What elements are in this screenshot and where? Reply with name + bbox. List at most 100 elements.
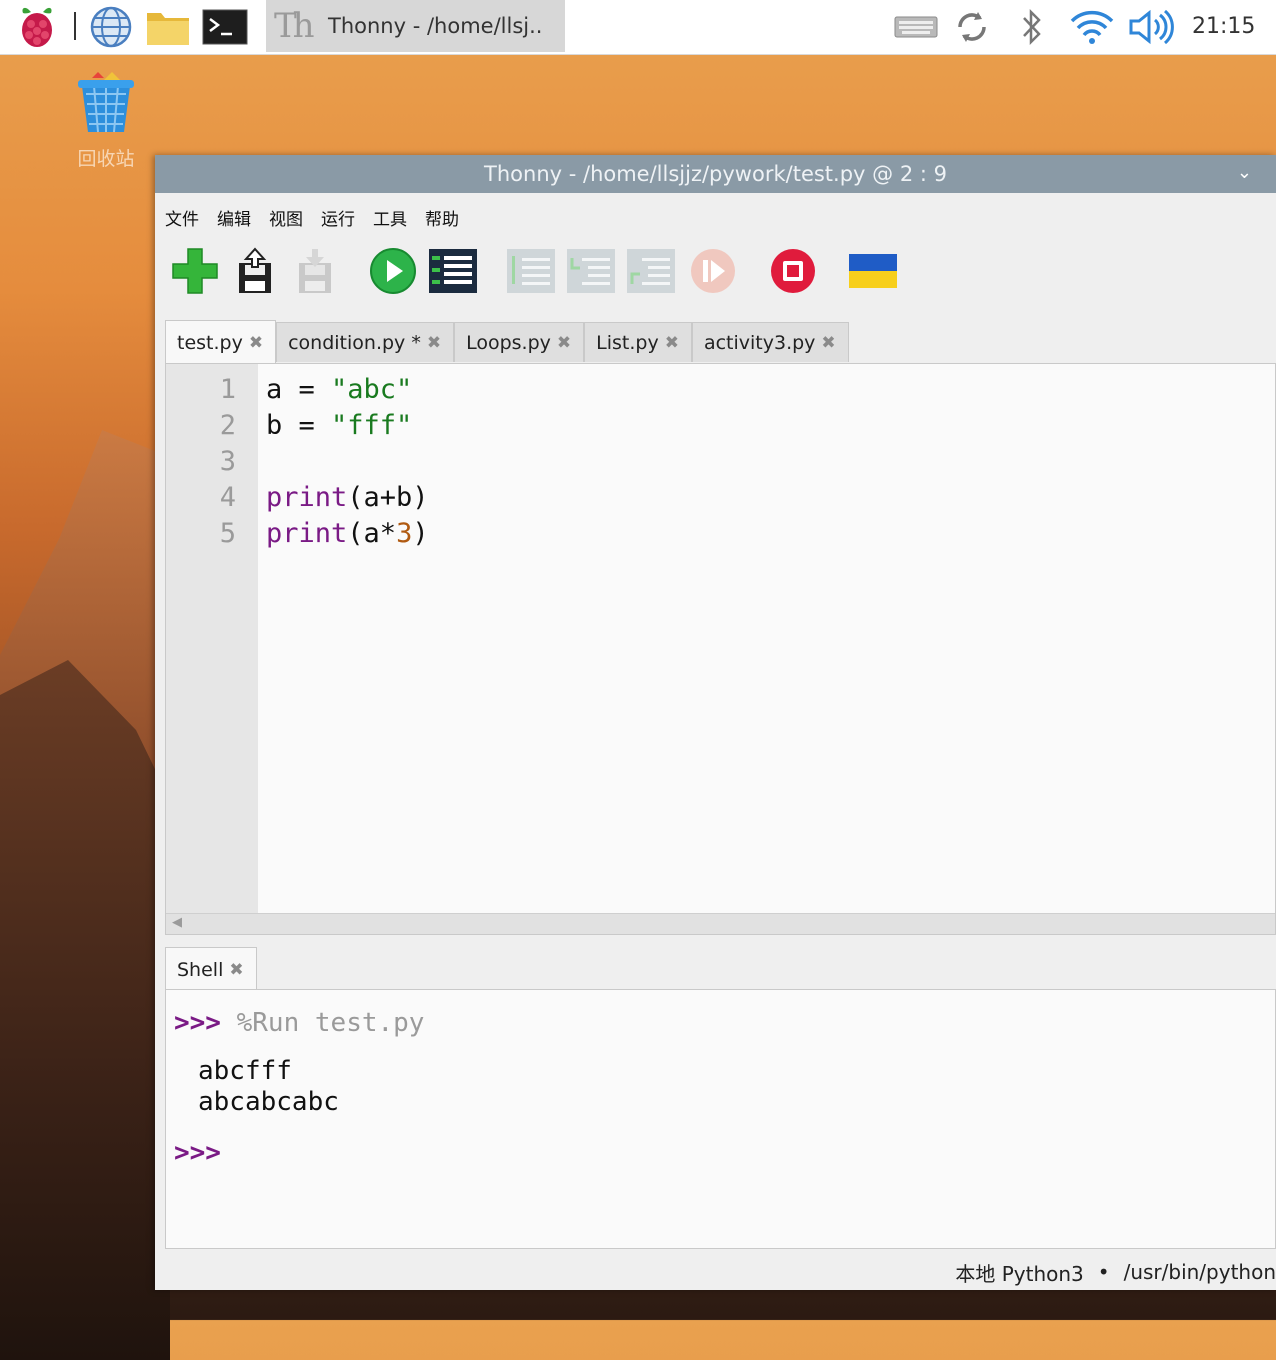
raspberry-menu-icon[interactable] <box>14 0 60 54</box>
line-number: 2 <box>219 410 236 441</box>
step-over-button[interactable] <box>505 245 557 297</box>
web-browser-icon[interactable] <box>86 0 136 54</box>
shell-input-line[interactable]: >>> <box>174 1138 221 1168</box>
editor-tab-bar: test.py ✖ condition.py * ✖ Loops.py ✖ Li… <box>165 320 849 364</box>
string-token: "abc" <box>331 374 413 405</box>
new-file-button[interactable] <box>169 245 221 297</box>
desktop-trash-label: 回收站 <box>77 148 135 170</box>
window-titlebar[interactable]: Thonny - /home/llsjjz/pywork/test.py @ 2… <box>155 155 1276 193</box>
tab-condition-py[interactable]: condition.py * ✖ <box>276 322 455 362</box>
tab-loops-py[interactable]: Loops.py ✖ <box>454 322 585 362</box>
taskbar-clock[interactable]: 21:15 <box>1192 0 1255 54</box>
menubar: 文件 编辑 视图 运行 工具 帮助 <box>155 193 1276 241</box>
play-icon <box>370 248 416 294</box>
thonny-logo-icon: Th <box>274 6 315 46</box>
taskbar-thonny-button[interactable]: Th Thonny - /home/llsj.. <box>266 0 565 52</box>
tab-label: List.py <box>596 331 659 354</box>
shell-output-line: abcabcabc <box>198 1087 339 1117</box>
shell-prompt: >>> <box>174 1008 221 1038</box>
menu-edit[interactable]: 编辑 <box>217 205 251 230</box>
line-number: 4 <box>219 482 236 513</box>
builtin-token: print <box>266 518 348 549</box>
code-token: a = <box>266 374 332 405</box>
step-into-button[interactable] <box>565 245 617 297</box>
support-ukraine-button[interactable] <box>847 245 899 297</box>
code-token: (a+b) <box>347 482 429 513</box>
window-title: Thonny - /home/llsjjz/pywork/test.py @ 2… <box>484 162 947 186</box>
run-button[interactable] <box>367 245 419 297</box>
shell-command: %Run test.py <box>236 1008 425 1038</box>
resume-icon <box>691 249 735 293</box>
volume-icon[interactable] <box>1124 0 1178 54</box>
close-icon[interactable]: ✖ <box>427 333 441 353</box>
plus-icon <box>172 248 218 294</box>
load-file-button[interactable] <box>229 245 281 297</box>
shell-run-line: >>> %Run test.py <box>174 1008 424 1038</box>
step-out-icon <box>627 249 675 293</box>
resume-button[interactable] <box>687 245 739 297</box>
code-line-4[interactable]: print(a+b) <box>266 482 429 513</box>
tab-label: condition.py * <box>288 331 421 354</box>
ukraine-flag-icon <box>849 254 897 288</box>
line-number: 1 <box>219 374 236 405</box>
wifi-icon[interactable] <box>1064 0 1120 54</box>
menu-help[interactable]: 帮助 <box>425 205 459 230</box>
menu-file[interactable]: 文件 <box>165 205 199 230</box>
code-editor[interactable]: 1 2 3 4 5 a = "abc" b = "fff" print(a+b)… <box>165 363 1276 935</box>
save-file-button[interactable] <box>289 245 341 297</box>
tab-test-py[interactable]: test.py ✖ <box>165 320 277 364</box>
code-token: (a* <box>347 518 397 549</box>
floppy-load-icon <box>239 247 271 293</box>
horizontal-scrollbar[interactable]: ◀ <box>166 913 1275 934</box>
sync-icon[interactable] <box>948 0 996 54</box>
interpreter-path[interactable]: /usr/bin/python <box>1124 1260 1276 1284</box>
stop-icon <box>771 249 815 293</box>
taskbar-separator <box>74 12 76 40</box>
window-menu-chevron-icon[interactable]: ⌄ <box>1237 162 1252 183</box>
desktop-wallpaper-foreground <box>0 660 170 1360</box>
bluetooth-icon[interactable] <box>1010 0 1054 54</box>
close-icon[interactable]: ✖ <box>249 333 263 353</box>
menu-view[interactable]: 视图 <box>269 205 303 230</box>
trash-bin-icon <box>78 72 134 133</box>
shell-panel[interactable]: >>> %Run test.py abcfff abcabcabc >>> <box>165 989 1276 1249</box>
scroll-left-arrow-icon[interactable]: ◀ <box>172 915 182 930</box>
terminal-icon[interactable] <box>198 0 252 54</box>
shell-output-line: abcfff <box>198 1056 292 1086</box>
keyboard-icon[interactable] <box>890 0 942 54</box>
tab-label: test.py <box>177 331 243 354</box>
taskbar-task-title: Thonny - /home/llsj.. <box>328 14 543 38</box>
line-number: 5 <box>219 518 236 549</box>
menu-run[interactable]: 运行 <box>321 205 355 230</box>
status-separator: • <box>1097 1260 1110 1284</box>
close-icon[interactable]: ✖ <box>665 333 679 353</box>
tab-list-py[interactable]: List.py ✖ <box>584 322 692 362</box>
tab-label: Shell <box>177 958 224 981</box>
builtin-token: print <box>266 482 348 513</box>
step-out-button[interactable] <box>625 245 677 297</box>
number-token: 3 <box>396 518 413 549</box>
tab-label: activity3.py <box>703 331 816 354</box>
code-line-1[interactable]: a = "abc" <box>266 374 412 405</box>
stop-button[interactable] <box>767 245 819 297</box>
menu-tools[interactable]: 工具 <box>373 205 407 230</box>
file-manager-icon[interactable] <box>142 0 194 54</box>
code-line-2[interactable]: b = "fff" <box>266 410 412 441</box>
code-token: ) <box>412 518 429 549</box>
tab-shell[interactable]: Shell ✖ <box>165 947 257 991</box>
line-number: 3 <box>219 446 236 477</box>
thonny-window: Thonny - /home/llsjjz/pywork/test.py @ 2… <box>155 155 1276 1290</box>
close-icon[interactable]: ✖ <box>557 333 571 353</box>
desktop-trash[interactable]: 回收站 <box>66 70 146 171</box>
debug-button[interactable] <box>427 245 479 297</box>
taskbar: Th Thonny - /home/llsj.. 21:15 <box>0 0 1276 55</box>
code-token: b = <box>266 410 332 441</box>
interpreter-selector[interactable]: 本地 Python3 <box>955 1258 1083 1287</box>
code-line-5[interactable]: print(a*3) <box>266 518 429 549</box>
close-icon[interactable]: ✖ <box>821 333 835 353</box>
close-icon[interactable]: ✖ <box>229 960 243 980</box>
tab-activity3-py[interactable]: activity3.py ✖ <box>691 322 849 362</box>
toolbar <box>155 241 1276 317</box>
line-number-gutter: 1 2 3 4 5 <box>166 364 258 914</box>
shell-tab-bar: Shell ✖ <box>165 947 257 991</box>
